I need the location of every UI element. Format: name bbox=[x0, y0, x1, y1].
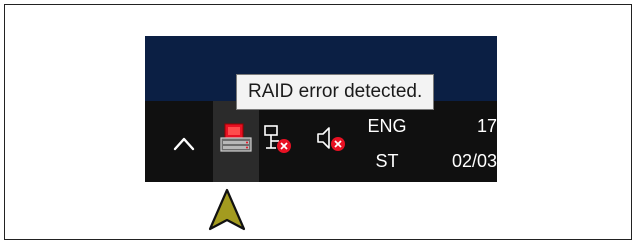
taskbar: ENG ST 17 02/03 bbox=[145, 101, 497, 182]
input-language-indicator[interactable]: ENG ST bbox=[367, 115, 407, 175]
volume-muted-icon[interactable] bbox=[315, 123, 347, 155]
taskbar-clock[interactable]: 17 02/03 bbox=[431, 115, 497, 175]
input-mode: ST bbox=[375, 151, 399, 171]
chevron-up-icon[interactable] bbox=[171, 131, 197, 157]
pointer-arrow-icon bbox=[208, 188, 246, 231]
tooltip-text: RAID error detected. bbox=[248, 81, 423, 102]
raid-error-tooltip: RAID error detected. bbox=[236, 74, 435, 110]
clock-date: 02/03 bbox=[451, 151, 497, 171]
raid-status-icon bbox=[220, 123, 252, 152]
network-icon[interactable] bbox=[263, 123, 293, 155]
clock-time: 17 bbox=[476, 116, 497, 136]
language-code: ENG bbox=[367, 116, 407, 136]
raid-tray-button[interactable] bbox=[213, 101, 259, 182]
